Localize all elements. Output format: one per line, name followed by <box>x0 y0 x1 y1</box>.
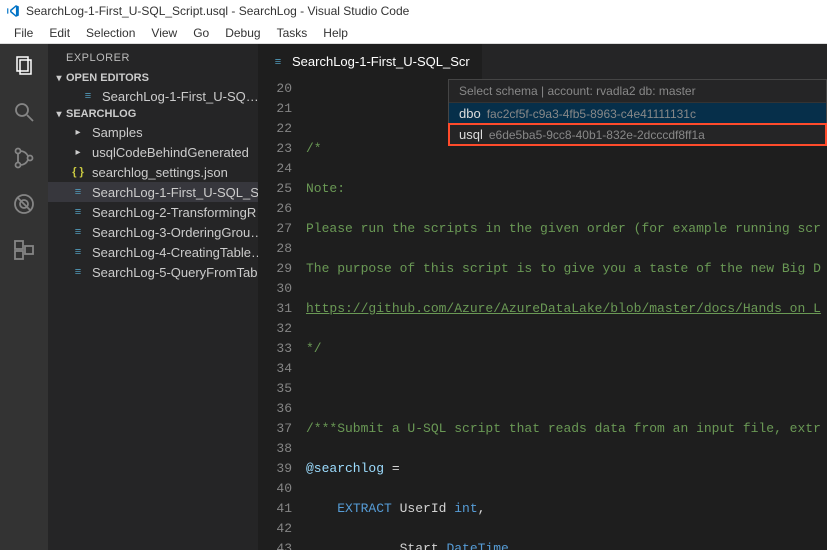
json-file-icon: { } <box>70 164 86 180</box>
menu-edit[interactable]: Edit <box>41 26 78 40</box>
window-title: SearchLog-1-First_U-SQL_Script.usql - Se… <box>26 4 409 18</box>
explorer-sidebar: EXPLORER ▾ OPEN EDITORS ≡ SearchLog-1-Fi… <box>48 44 258 550</box>
chevron-right-icon: ▸ <box>70 124 86 140</box>
schema-suggest-widget: Select schema | account: rvadla2 db: mas… <box>448 79 827 146</box>
file-searchlog-3[interactable]: ≡ SearchLog-3-OrderingGrou… <box>48 222 258 242</box>
chevron-down-icon: ▾ <box>52 109 66 120</box>
folder-codebehind[interactable]: ▸ usqlCodeBehindGenerated <box>48 142 258 162</box>
open-editors-header[interactable]: ▾ OPEN EDITORS <box>48 70 258 86</box>
menu-tasks[interactable]: Tasks <box>269 26 316 40</box>
usql-file-icon: ≡ <box>70 224 86 240</box>
line-number-gutter: 2021222324252627282930313233343536373839… <box>258 79 306 550</box>
code-content[interactable]: /* Note: Please run the scripts in the g… <box>306 79 827 550</box>
open-editor-item[interactable]: ≡ SearchLog-1-First_U-SQ… <box>48 86 258 106</box>
suggest-header: Select schema | account: rvadla2 db: mas… <box>449 80 826 103</box>
window-title-bar: SearchLog-1-First_U-SQL_Script.usql - Se… <box>0 0 827 22</box>
project-label: SEARCHLOG <box>66 108 136 120</box>
usql-file-icon: ≡ <box>70 204 86 220</box>
file-searchlog-5[interactable]: ≡ SearchLog-5-QueryFromTab… <box>48 262 258 282</box>
suggest-item-dbo[interactable]: dbo fac2cf5f-c9a3-4fb5-8963-c4e41111131c <box>449 103 826 124</box>
sidebar-title: EXPLORER <box>48 44 258 70</box>
suggest-item-usql[interactable]: usql e6de5ba5-9cc8-40b1-832e-2dcccdf8ff1… <box>449 124 826 145</box>
file-searchlog-2[interactable]: ≡ SearchLog-2-TransformingR… <box>48 202 258 222</box>
file-settings-json[interactable]: { } searchlog_settings.json <box>48 162 258 182</box>
menu-go[interactable]: Go <box>185 26 217 40</box>
chevron-right-icon: ▸ <box>70 144 86 160</box>
usql-file-icon: ≡ <box>70 184 86 200</box>
code-editor[interactable]: 2021222324252627282930313233343536373839… <box>258 79 827 550</box>
menu-file[interactable]: File <box>6 26 41 40</box>
usql-file-icon: ≡ <box>270 54 286 70</box>
folder-samples[interactable]: ▸ Samples <box>48 122 258 142</box>
source-control-icon[interactable] <box>10 144 38 172</box>
menu-bar: File Edit Selection View Go Debug Tasks … <box>0 22 827 44</box>
usql-file-icon: ≡ <box>80 88 96 104</box>
usql-file-icon: ≡ <box>70 244 86 260</box>
debug-icon[interactable] <box>10 190 38 218</box>
vscode-logo-icon <box>6 4 20 18</box>
editor-area: ≡ SearchLog-1-First_U-SQL_Scr Select sch… <box>258 44 827 550</box>
chevron-down-icon: ▾ <box>52 73 66 84</box>
open-editor-name: SearchLog-1-First_U-SQ… <box>102 89 258 104</box>
editor-tab-bar: ≡ SearchLog-1-First_U-SQL_Scr <box>258 44 827 79</box>
project-header[interactable]: ▾ SEARCHLOG <box>48 106 258 122</box>
editor-tab-active[interactable]: ≡ SearchLog-1-First_U-SQL_Scr <box>258 44 483 79</box>
menu-help[interactable]: Help <box>315 26 356 40</box>
file-searchlog-1[interactable]: ≡ SearchLog-1-First_U-SQL_S… <box>48 182 258 202</box>
activity-bar <box>0 44 48 550</box>
explorer-icon[interactable] <box>10 52 38 80</box>
usql-file-icon: ≡ <box>70 264 86 280</box>
tab-label: SearchLog-1-First_U-SQL_Scr <box>292 54 470 69</box>
menu-view[interactable]: View <box>143 26 185 40</box>
menu-selection[interactable]: Selection <box>78 26 143 40</box>
search-icon[interactable] <box>10 98 38 126</box>
menu-debug[interactable]: Debug <box>217 26 268 40</box>
extensions-icon[interactable] <box>10 236 38 264</box>
open-editors-label: OPEN EDITORS <box>66 72 149 84</box>
file-searchlog-4[interactable]: ≡ SearchLog-4-CreatingTable… <box>48 242 258 262</box>
